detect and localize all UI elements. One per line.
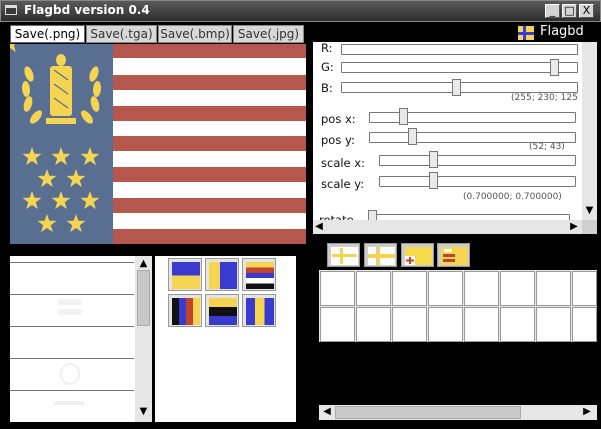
pos-y-slider-thumb[interactable] <box>408 128 417 145</box>
scroll-right-arrow-icon[interactable]: ▶ <box>568 221 580 233</box>
list-scroll-down-arrow-icon[interactable]: ▼ <box>135 406 152 418</box>
pattern-option-horizontal-stripes[interactable] <box>242 258 276 291</box>
symbol-cell[interactable] <box>500 307 535 342</box>
symbol-cell[interactable] <box>428 271 463 306</box>
layer-tool-button[interactable] <box>437 243 470 267</box>
list-item[interactable] <box>10 390 134 422</box>
rgb-value-readout: (255; 230; 125 <box>511 93 578 103</box>
symbol-grid-panel: ◀ ▶ <box>319 240 597 426</box>
blue-label: B: <box>321 81 333 95</box>
pos-x-label: pos x: <box>321 112 356 126</box>
scrollbar-corner <box>582 220 597 234</box>
symbol-cell[interactable] <box>356 271 391 306</box>
canton-tool-button[interactable] <box>401 243 434 267</box>
scale-x-slider[interactable] <box>379 155 576 166</box>
maximize-button[interactable]: □ <box>562 4 577 18</box>
symbol-grid-scroll-thumb[interactable] <box>335 406 521 419</box>
window-icon <box>5 5 17 15</box>
blue-slider-thumb[interactable] <box>452 79 461 96</box>
panel-vertical-scrollbar[interactable] <box>582 42 597 220</box>
scale-value-readout: (0.700000; 0.700000) <box>463 192 562 202</box>
pos-value-readout: (52; 43) <box>529 142 565 152</box>
tab-save-png[interactable]: Save(.png) <box>10 25 85 43</box>
symbol-cell[interactable] <box>464 307 499 342</box>
symbol-cell[interactable] <box>536 271 571 306</box>
pos-x-slider-thumb[interactable] <box>399 108 408 125</box>
pattern-option-triband[interactable] <box>205 294 239 327</box>
transform-controls-panel: R: G: B: (255; 230; 125 pos x: pos y: (5… <box>313 42 597 234</box>
pattern-option-tricolor-vertical[interactable] <box>242 294 276 327</box>
red-label: R: <box>321 42 333 55</box>
close-button[interactable]: X <box>579 4 594 18</box>
symbol-grid-scroll-left-arrow-icon[interactable]: ◀ <box>321 406 333 418</box>
scale-x-label: scale x: <box>321 156 365 170</box>
symbol-cell[interactable] <box>572 307 597 342</box>
list-item[interactable] <box>10 358 134 390</box>
symbol-cell[interactable] <box>464 271 499 306</box>
flagbd-logo-icon <box>518 26 534 40</box>
scale-y-slider[interactable] <box>379 176 576 187</box>
pattern-option-vertical-stripes[interactable] <box>168 294 202 327</box>
pos-y-label: pos y: <box>321 133 355 147</box>
green-slider[interactable] <box>341 62 578 73</box>
green-slider-thumb[interactable] <box>550 59 559 76</box>
symbol-cell[interactable] <box>356 307 391 342</box>
tab-save-tga[interactable]: Save(.tga) <box>86 25 157 43</box>
scroll-left-arrow-icon[interactable]: ◀ <box>313 221 325 233</box>
nordic-cross-tool-button[interactable] <box>364 243 397 267</box>
symbol-cell[interactable] <box>392 307 427 342</box>
symbol-cell[interactable] <box>500 271 535 306</box>
scroll-down-arrow-icon[interactable]: ▼ <box>582 205 597 217</box>
symbol-grid-scroll-right-arrow-icon[interactable]: ▶ <box>581 406 593 418</box>
cross-tool-button[interactable] <box>327 243 360 267</box>
symbol-list-panel: ▲ ▼ <box>10 256 152 422</box>
red-slider[interactable] <box>341 44 578 55</box>
scale-x-slider-thumb[interactable] <box>429 151 438 168</box>
pattern-chooser-panel <box>155 256 296 422</box>
window-title: Flagbd version 0.4 <box>24 3 150 17</box>
app-brand-label: Flagbd <box>540 24 584 39</box>
symbol-cell[interactable] <box>428 307 463 342</box>
symbol-cell[interactable] <box>392 271 427 306</box>
panel-horizontal-scrollbar[interactable] <box>313 220 582 234</box>
tab-save-bmp[interactable]: Save(.bmp) <box>158 25 232 43</box>
scale-y-label: scale y: <box>321 177 365 191</box>
green-label: G: <box>321 60 334 74</box>
list-item[interactable] <box>10 294 134 326</box>
pattern-option-vertical-split[interactable] <box>205 258 239 291</box>
list-scroll-up-arrow-icon[interactable]: ▲ <box>135 258 152 270</box>
symbol-cell[interactable] <box>572 271 597 306</box>
symbol-cell[interactable] <box>320 307 355 342</box>
scale-y-slider-thumb[interactable] <box>429 172 438 189</box>
pattern-option-quarters[interactable] <box>168 258 202 291</box>
symbol-cell[interactable] <box>320 271 355 306</box>
flag-preview-canvas[interactable] <box>10 44 306 244</box>
symbol-cell[interactable] <box>536 307 571 342</box>
tab-save-jpg[interactable]: Save(.jpg) <box>233 25 304 43</box>
list-item[interactable] <box>10 326 134 358</box>
list-scroll-thumb[interactable] <box>137 270 150 326</box>
minimize-button[interactable]: _ <box>545 4 560 18</box>
list-item[interactable] <box>10 262 134 294</box>
